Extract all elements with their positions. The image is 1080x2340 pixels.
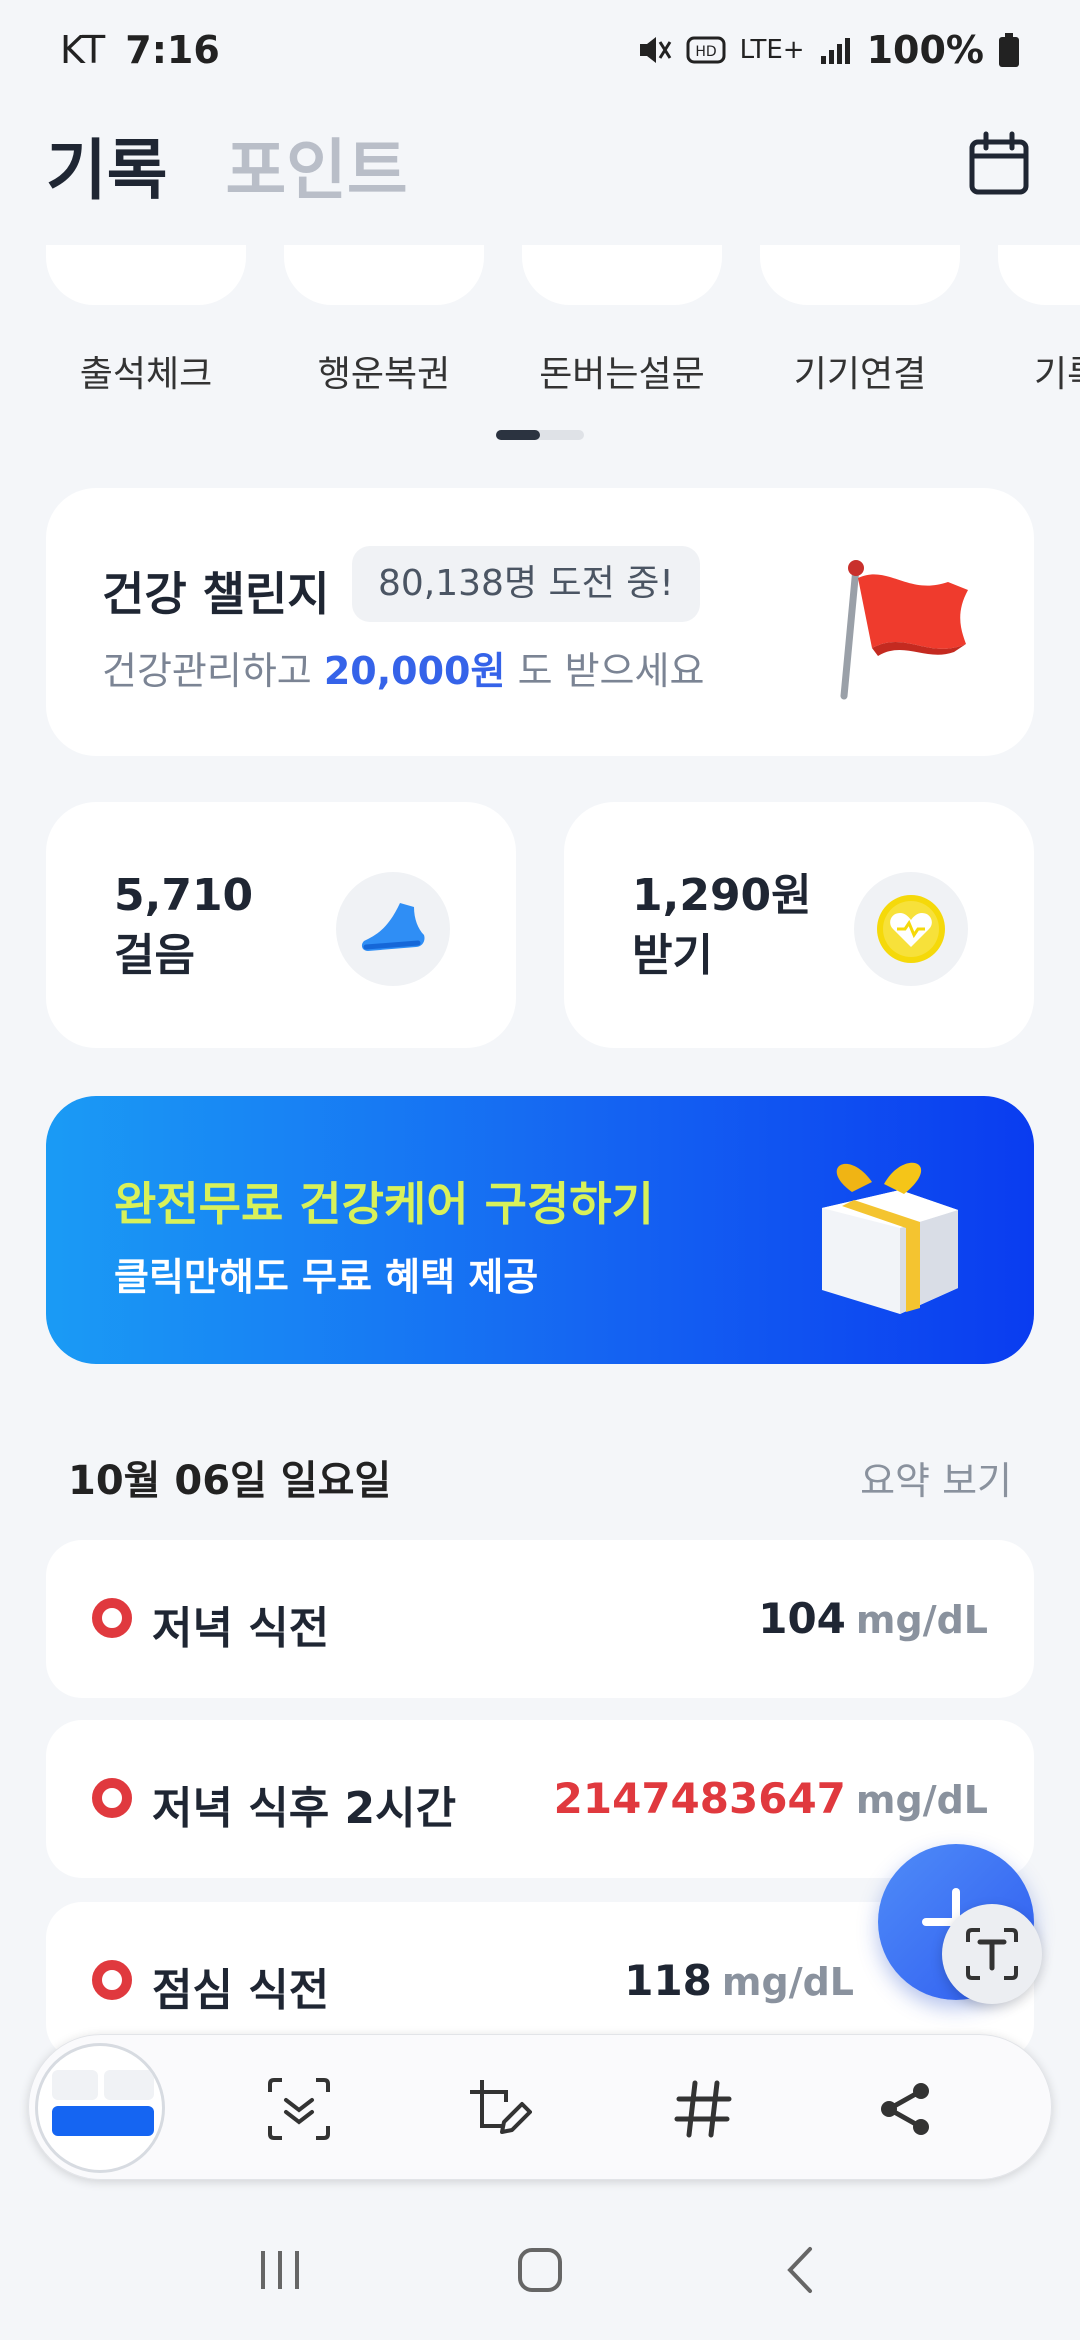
record-unit: mg/dL bbox=[855, 1778, 988, 1822]
recents-icon bbox=[261, 2251, 299, 2289]
battery-icon bbox=[999, 33, 1019, 67]
quick-item-device[interactable]: 기기연결 bbox=[760, 245, 960, 397]
record-unit: mg/dL bbox=[855, 1598, 988, 1642]
record-row[interactable]: 저녁 식후 2시간 2147483647 mg/dL bbox=[46, 1720, 1034, 1878]
quick-item-attendance[interactable]: 출석체크 bbox=[46, 245, 246, 397]
svg-text:HD: HD bbox=[695, 44, 716, 60]
steps-value: 5,710 bbox=[114, 870, 254, 921]
record-value: 118 bbox=[624, 1956, 712, 2005]
points-card[interactable]: 1,290원 받기 bbox=[564, 802, 1034, 1048]
health-challenge-card[interactable]: 건강 챌린지 80,138명 도전 중! 건강관리하고 20,000원 도 받으… bbox=[46, 488, 1034, 756]
tab-records[interactable]: 기록 bbox=[46, 117, 167, 213]
points-label: 받기 bbox=[632, 930, 713, 981]
steps-label: 걸음 bbox=[114, 930, 195, 981]
record-name: 저녁 식전 bbox=[152, 1603, 330, 1654]
participants-badge: 80,138명 도전 중! bbox=[352, 546, 700, 622]
record-value: 104 bbox=[758, 1594, 846, 1643]
signal-icon bbox=[820, 38, 850, 64]
summary-link[interactable]: 요약 보기 bbox=[860, 1450, 1012, 1505]
back-icon bbox=[787, 2247, 812, 2293]
record-date: 10월 06일 일요일 bbox=[68, 1458, 392, 1504]
quick-menu: 출석체크 행운복권 돈버는설문 기기연결 기록 bbox=[0, 245, 1080, 405]
carrier-label: KT bbox=[60, 28, 106, 72]
status-bar: KT 7:16 HD LTE+ 100% bbox=[0, 0, 1080, 100]
network-label: LTE+ bbox=[739, 35, 805, 65]
screenshot-toolbar bbox=[28, 2034, 1052, 2180]
quick-item-record[interactable]: 기록 bbox=[998, 245, 1080, 397]
hd-icon: HD bbox=[686, 36, 726, 64]
record-name: 점심 식전 bbox=[152, 1965, 330, 2016]
scroll-capture-button[interactable] bbox=[261, 2071, 337, 2147]
record-unit: mg/dL bbox=[721, 1960, 854, 2004]
app-header: 기록 포인트 bbox=[0, 110, 1080, 220]
clock: 7:16 bbox=[125, 28, 220, 72]
tab-points[interactable]: 포인트 bbox=[225, 117, 407, 213]
quick-item-label: 기기연결 bbox=[793, 354, 927, 395]
promo-banner[interactable]: 완전무료 건강케어 구경하기 클릭만해도 무료 혜택 제공 bbox=[46, 1096, 1034, 1364]
steps-card[interactable]: 5,710 걸음 bbox=[46, 802, 516, 1048]
battery-percent: 100% bbox=[866, 28, 984, 72]
quick-item-label: 행운복권 bbox=[317, 354, 451, 395]
date-row: 10월 06일 일요일 요약 보기 bbox=[68, 1448, 1012, 1506]
reward-amount: 20,000원 bbox=[323, 649, 506, 693]
quick-item-label: 기록 bbox=[1034, 354, 1080, 395]
tag-button[interactable] bbox=[665, 2071, 741, 2147]
system-nav-bar bbox=[0, 2200, 1080, 2340]
quick-item-label: 출석체크 bbox=[79, 354, 213, 395]
status-dot-icon bbox=[92, 1778, 132, 1818]
points-value: 1,290원 bbox=[632, 870, 812, 921]
text-scan-button[interactable] bbox=[942, 1904, 1042, 2004]
coin-heart-icon bbox=[877, 895, 945, 963]
challenge-title: 건강 챌린지 bbox=[102, 567, 330, 621]
quick-item-label: 돈버는설문 bbox=[539, 354, 705, 395]
edit-button[interactable] bbox=[461, 2071, 537, 2147]
challenge-subtitle: 건강관리하고 20,000원 도 받으세요 bbox=[102, 649, 705, 693]
page-indicator bbox=[496, 430, 584, 440]
home-button[interactable] bbox=[500, 2230, 580, 2310]
back-button[interactable] bbox=[760, 2230, 840, 2310]
home-icon bbox=[518, 2248, 562, 2292]
text-scan-icon bbox=[966, 1928, 1018, 1980]
share-button[interactable] bbox=[867, 2071, 943, 2147]
hashtag-icon bbox=[674, 2080, 732, 2138]
sneaker-icon bbox=[361, 903, 425, 951]
screenshot-thumbnail[interactable] bbox=[35, 2043, 165, 2173]
edit-crop-icon bbox=[470, 2080, 532, 2134]
record-name: 저녁 식후 2시간 bbox=[152, 1783, 457, 1834]
record-value: 2147483647 bbox=[553, 1774, 846, 1823]
calendar-icon[interactable] bbox=[964, 130, 1034, 200]
mute-icon bbox=[639, 37, 671, 63]
banner-subtitle: 클릭만해도 무료 혜택 제공 bbox=[114, 1255, 539, 1299]
recents-button[interactable] bbox=[240, 2230, 320, 2310]
banner-title: 완전무료 건강케어 구경하기 bbox=[114, 1177, 654, 1231]
status-dot-icon bbox=[92, 1960, 132, 2000]
scroll-capture-icon bbox=[268, 2078, 330, 2140]
flag-icon bbox=[840, 560, 968, 700]
status-dot-icon bbox=[92, 1598, 132, 1638]
record-row[interactable]: 저녁 식전 104 mg/dL bbox=[46, 1540, 1034, 1698]
gift-icon bbox=[822, 1162, 958, 1314]
share-icon bbox=[881, 2083, 929, 2135]
quick-item-survey[interactable]: 돈버는설문 bbox=[522, 245, 722, 397]
quick-item-lottery[interactable]: 행운복권 bbox=[284, 245, 484, 397]
